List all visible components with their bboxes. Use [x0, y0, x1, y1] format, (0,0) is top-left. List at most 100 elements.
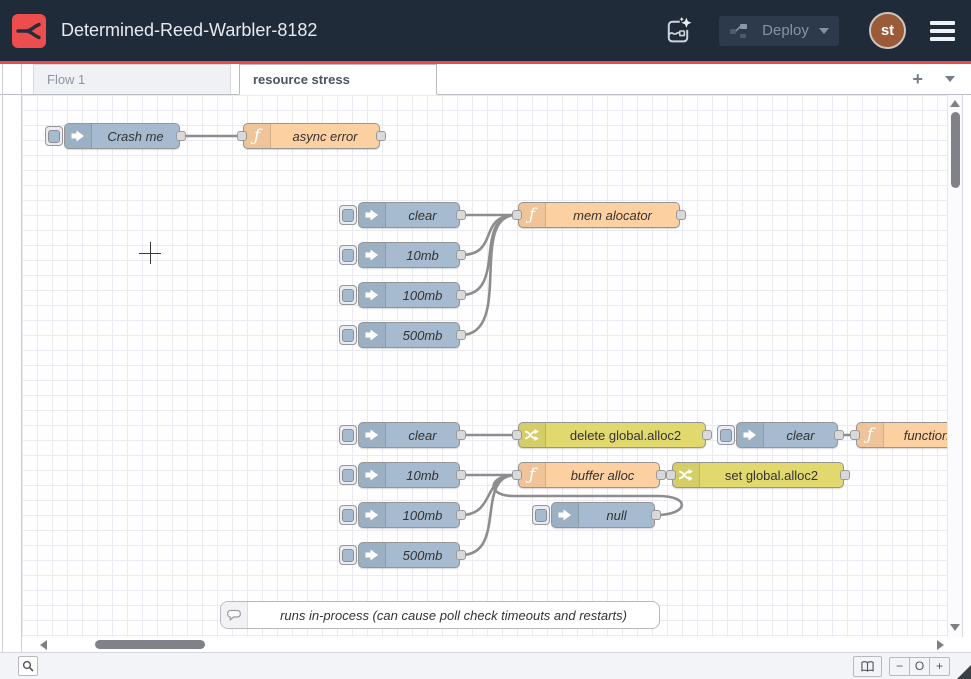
node-red-editor: Determined-Reed-Warbler-8182 Deploy st — [0, 0, 971, 679]
deploy-caret-icon[interactable] — [819, 28, 829, 34]
inject-trigger-button[interactable] — [339, 505, 357, 525]
deploy-button[interactable]: Deploy — [719, 16, 839, 46]
node-port[interactable] — [667, 471, 676, 480]
left-divider-line — [2, 64, 3, 652]
inject-trigger-button[interactable] — [717, 425, 735, 445]
node-port[interactable] — [457, 471, 466, 480]
inject-trigger-button[interactable] — [339, 545, 357, 565]
node-function-async-error[interactable]: ƒasync error — [243, 123, 380, 149]
node-port[interactable] — [657, 471, 666, 480]
add-flow-button[interactable]: + — [912, 70, 923, 88]
horizontal-scrollbar — [0, 637, 971, 652]
left-gutter — [0, 95, 22, 637]
h-scroll-right-button[interactable] — [937, 640, 944, 650]
inject-arrow-icon — [359, 243, 386, 267]
right-gutter — [962, 95, 971, 637]
node-inject-500mb[interactable]: 500mb — [358, 322, 460, 348]
node-label: null — [579, 503, 654, 527]
node-change-delete-global-alloc2[interactable]: delete global.alloc2 — [518, 422, 706, 448]
h-scroll-left-button[interactable] — [40, 640, 47, 650]
magnifier-icon — [22, 660, 34, 672]
inject-trigger-button[interactable] — [532, 505, 550, 525]
node-port[interactable] — [457, 211, 466, 220]
h-scroll-thumb[interactable] — [95, 640, 205, 649]
inject-trigger-button[interactable] — [339, 425, 357, 445]
node-port[interactable] — [457, 551, 466, 560]
inject-trigger-button[interactable] — [339, 245, 357, 265]
node-inject-clear[interactable]: clear — [358, 202, 460, 228]
node-label: set global.alloc2 — [700, 463, 843, 487]
node-port[interactable] — [457, 291, 466, 300]
zoom-reset-button[interactable]: O — [909, 658, 929, 675]
navigator-button[interactable] — [853, 656, 882, 677]
node-function-function[interactable]: ƒfunction — [856, 422, 947, 448]
node-port[interactable] — [652, 511, 661, 520]
node-inject-null[interactable]: null — [551, 502, 655, 528]
node-port[interactable] — [513, 211, 522, 220]
flow-canvas[interactable]: Crash me ƒasync error clear 10mb 100mb 500mb ƒ… — [22, 95, 947, 637]
search-button[interactable] — [18, 656, 38, 676]
node-port[interactable] — [377, 132, 386, 141]
inject-arrow-icon — [737, 423, 764, 447]
inject-trigger-button[interactable] — [339, 285, 357, 305]
node-port[interactable] — [703, 431, 712, 440]
tab-flow-1[interactable]: Flow 1 — [33, 64, 231, 94]
node-label: Crash me — [92, 124, 179, 148]
app-header: Determined-Reed-Warbler-8182 Deploy st — [0, 0, 971, 61]
wire-500mb-to-buffer-alloc — [461, 475, 516, 555]
node-port[interactable] — [677, 211, 686, 220]
node-port[interactable] — [457, 331, 466, 340]
inject-trigger-button[interactable] — [339, 325, 357, 345]
footer-toolbar: − O + — [0, 652, 971, 679]
node-function-buffer-alloc[interactable]: ƒbuffer alloc — [518, 462, 660, 488]
v-scroll-up-button[interactable] — [950, 100, 960, 107]
tab-label: Flow 1 — [47, 72, 85, 87]
node-port[interactable] — [177, 132, 186, 141]
node-inject-clear[interactable]: clear — [736, 422, 838, 448]
node-port[interactable] — [835, 431, 844, 440]
tab-resource-stress[interactable]: resource stress — [239, 64, 437, 95]
ai-sparkle-flow-icon — [663, 16, 693, 46]
v-scroll-thumb[interactable] — [951, 112, 960, 188]
node-port[interactable] — [513, 471, 522, 480]
inject-trigger-button[interactable] — [45, 126, 63, 146]
node-label: async error — [271, 124, 379, 148]
node-port[interactable] — [457, 251, 466, 260]
zoom-out-button[interactable]: − — [890, 658, 909, 675]
v-scroll-down-button[interactable] — [950, 624, 960, 631]
node-change-set-global-alloc2[interactable]: set global.alloc2 — [672, 462, 844, 488]
wire-10mb-to-mem-alocator — [461, 215, 516, 255]
node-inject-10mb[interactable]: 10mb — [358, 242, 460, 268]
node-label: function — [884, 423, 947, 447]
node-inject-10mb[interactable]: 10mb — [358, 462, 460, 488]
node-function-mem-alocator[interactable]: ƒmem alocator — [518, 202, 680, 228]
node-port[interactable] — [851, 431, 860, 440]
inject-trigger-button[interactable] — [339, 465, 357, 485]
inject-arrow-icon — [359, 503, 386, 527]
node-label: 10mb — [386, 243, 459, 267]
wire-500mb-to-mem-alocator — [461, 215, 516, 335]
main-menu-button[interactable] — [928, 17, 957, 45]
node-comment-runs-in-process-can-cause-poll-check-timeouts-and-restarts[interactable]: runs in-process (can cause poll check ti… — [220, 601, 660, 629]
node-inject-100mb[interactable]: 100mb — [358, 502, 460, 528]
wires-layer — [22, 95, 947, 637]
node-port[interactable] — [841, 471, 850, 480]
function-icon: ƒ — [244, 124, 271, 148]
zoom-in-button[interactable]: + — [929, 658, 949, 675]
flow-list-caret-button[interactable] — [945, 76, 955, 82]
node-inject-clear[interactable]: clear — [358, 422, 460, 448]
resize-corner — [957, 665, 971, 679]
user-avatar[interactable]: st — [869, 12, 906, 49]
node-label: 500mb — [386, 543, 459, 567]
node-port[interactable] — [513, 431, 522, 440]
node-port[interactable] — [457, 431, 466, 440]
ai-flow-button[interactable] — [661, 14, 695, 48]
node-inject-100mb[interactable]: 100mb — [358, 282, 460, 308]
inject-trigger-button[interactable] — [339, 205, 357, 225]
node-inject-500mb[interactable]: 500mb — [358, 542, 460, 568]
inject-arrow-icon — [359, 283, 386, 307]
node-label: buffer alloc — [546, 463, 659, 487]
node-port[interactable] — [238, 132, 247, 141]
node-port[interactable] — [457, 511, 466, 520]
node-inject-crash-me[interactable]: Crash me — [64, 123, 180, 149]
